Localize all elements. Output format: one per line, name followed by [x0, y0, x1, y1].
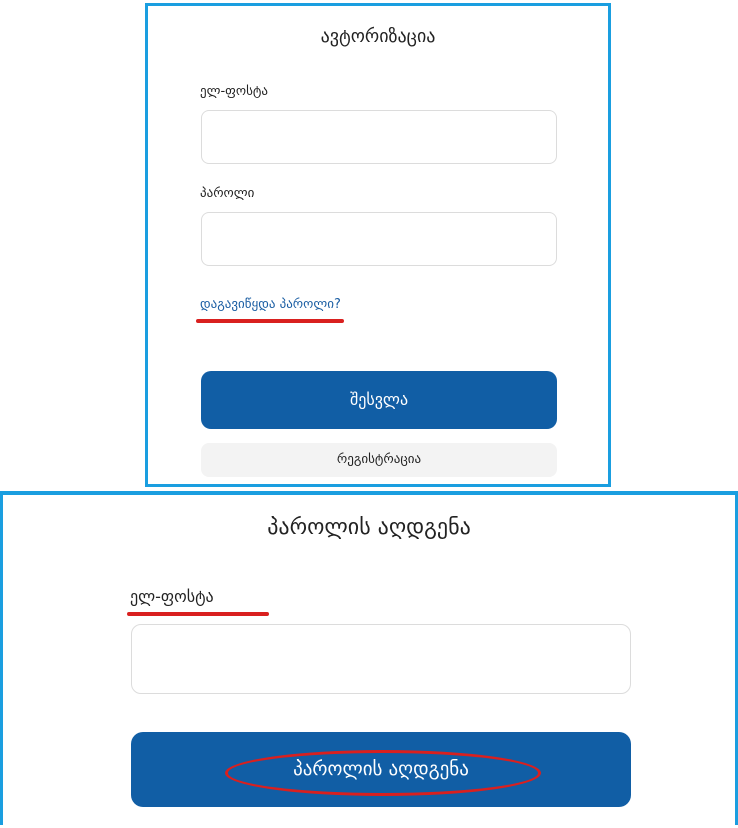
register-button[interactable]: რეგისტრაცია	[201, 443, 557, 477]
recovery-email-label: ელ-ფოსტა	[130, 587, 214, 606]
recovery-title: პაროლის აღდგენა	[267, 515, 471, 540]
recovery-email-input[interactable]	[131, 624, 631, 694]
login-email-label: ელ-ფოსტა	[200, 84, 268, 99]
forgot-link-highlight-underline	[196, 319, 344, 323]
screenshot-stage: ავტორიზაცია ელ-ფოსტა პაროლი დაგავიწყდა პ…	[0, 0, 738, 828]
login-password-label: პაროლი	[200, 186, 255, 201]
login-button[interactable]: შესვლა	[201, 371, 557, 429]
recovery-panel: პაროლის აღდგენა ელ-ფოსტა პაროლის აღდგენა	[0, 491, 738, 825]
recovery-email-highlight-underline	[127, 612, 269, 616]
login-password-input[interactable]	[201, 212, 557, 266]
login-email-input[interactable]	[201, 110, 557, 164]
login-panel: ავტორიზაცია ელ-ფოსტა პაროლი დაგავიწყდა პ…	[145, 3, 611, 487]
recover-password-button-label: პაროლის აღდგენა	[293, 758, 469, 780]
login-title: ავტორიზაცია	[320, 26, 436, 47]
recover-password-button[interactable]: პაროლის აღდგენა	[131, 732, 631, 807]
forgot-password-link[interactable]: დაგავიწყდა პაროლი?	[200, 297, 341, 312]
